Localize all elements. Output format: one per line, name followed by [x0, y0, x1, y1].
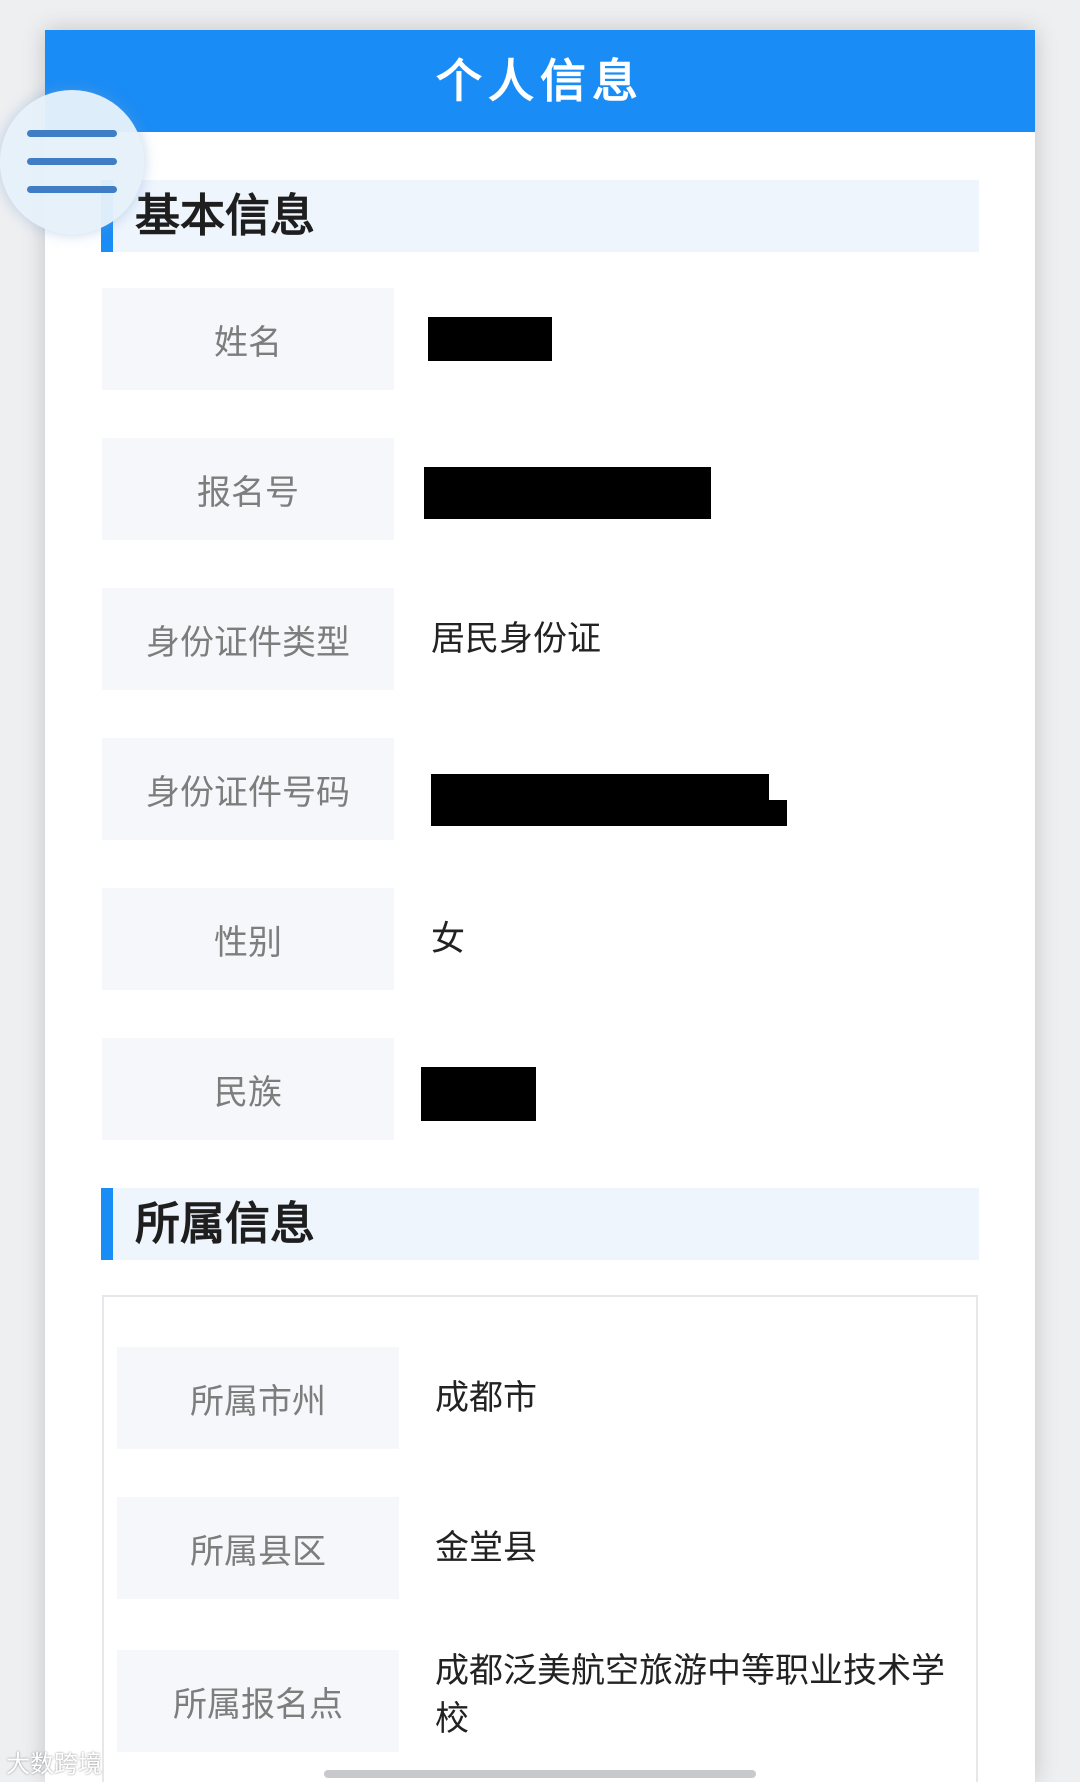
value-registration-site: 成都泛美航空旅游中等职业技术学校 — [435, 1651, 945, 1739]
redaction-block-id-number-2 — [431, 800, 787, 826]
label-registration-number: 报名号 — [102, 438, 394, 540]
page-title: 个人信息 — [45, 30, 1035, 132]
value-city: 成都市 — [435, 1378, 537, 1418]
watermark-text: 大数跨境 — [6, 1750, 102, 1778]
label-county: 所属县区 — [117, 1497, 399, 1599]
redaction-block-name — [428, 317, 552, 361]
redaction-block-id-number-1 — [431, 774, 769, 802]
home-indicator[interactable] — [324, 1770, 756, 1778]
redaction-block-registration-number — [424, 467, 711, 519]
label-registration-site: 所属报名点 — [117, 1650, 399, 1752]
value-county: 金堂县 — [435, 1528, 537, 1568]
label-ethnicity: 民族 — [102, 1038, 394, 1140]
value-gender: 女 — [431, 919, 465, 959]
label-gender: 性别 — [102, 888, 394, 990]
label-name: 姓名 — [102, 288, 394, 390]
section-title-basic: 基本信息 — [101, 180, 979, 252]
menu-button[interactable] — [0, 90, 144, 234]
label-id-type: 身份证件类型 — [102, 588, 394, 690]
personal-info-card: 个人信息 基本信息 姓名 报名号 身份证件类型 居民身份证 身份证件号码 性别 … — [45, 30, 1035, 1782]
value-id-type: 居民身份证 — [431, 619, 601, 659]
redaction-block-ethnicity — [421, 1067, 536, 1121]
label-city: 所属市州 — [117, 1347, 399, 1449]
label-id-number: 身份证件号码 — [102, 738, 394, 840]
section-title-affiliation: 所属信息 — [101, 1188, 979, 1260]
